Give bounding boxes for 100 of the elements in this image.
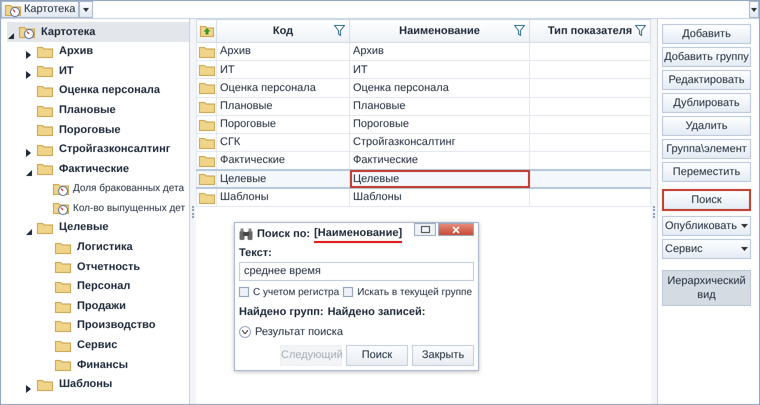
tree-item[interactable]: Логистика xyxy=(7,238,189,258)
filter-icon[interactable] xyxy=(635,25,646,36)
found-records-label: Найдено записей: xyxy=(328,304,426,320)
action-button[interactable]: Дублировать xyxy=(662,93,751,113)
close-icon xyxy=(452,226,460,234)
folder-icon xyxy=(37,44,53,58)
caret-icon xyxy=(741,224,748,228)
field-label: Текст: xyxy=(239,246,273,261)
filter-icon[interactable] xyxy=(514,25,525,36)
tree-item[interactable]: Пороговые xyxy=(7,120,189,140)
folder-icon xyxy=(199,63,215,76)
tree-item[interactable]: Шаблоны xyxy=(7,374,189,394)
folder-icon xyxy=(37,64,53,78)
dropdown-button[interactable]: Опубликовать xyxy=(662,216,751,236)
folder-icon xyxy=(199,118,215,131)
binoculars-icon xyxy=(239,228,253,240)
folder-icon xyxy=(37,142,53,156)
tree-item[interactable]: Оценка персонала xyxy=(7,80,189,100)
tree-item[interactable]: Производство xyxy=(7,316,189,336)
action-button[interactable]: Добавить группу xyxy=(662,47,751,67)
tree-item[interactable]: Кол-во выпущенных дет xyxy=(7,198,189,218)
table-cell: Архив xyxy=(350,42,530,61)
tree-item[interactable]: Сервис xyxy=(7,336,189,356)
restore-icon xyxy=(420,226,430,233)
restore-button[interactable] xyxy=(414,223,436,236)
collapsed-arrow-icon[interactable] xyxy=(25,71,33,80)
dialog-button[interactable]: Закрыть xyxy=(412,344,474,366)
table-cell: Пороговые xyxy=(350,115,530,134)
table-cell: Стройгазконсалтинг xyxy=(350,133,530,152)
folder-icon xyxy=(37,221,53,234)
action-button[interactable]: Группа\элемент xyxy=(662,139,751,159)
action-button[interactable]: Редактировать xyxy=(662,70,751,90)
checkbox[interactable] xyxy=(343,287,354,297)
collapsed-arrow-icon[interactable] xyxy=(25,384,33,393)
table-cell: Целевые xyxy=(216,170,350,188)
column-header[interactable]: Код xyxy=(216,20,350,42)
tree-item[interactable]: Доля бракованных дета xyxy=(7,178,189,198)
table-cell: Плановые xyxy=(350,97,530,116)
gauge-folder-icon xyxy=(19,24,35,39)
column-header[interactable]: Наименование xyxy=(350,20,530,42)
folder-icon xyxy=(199,191,215,204)
dropdown-button[interactable]: Сервис xyxy=(662,239,751,259)
expanded-arrow-icon[interactable] xyxy=(7,32,15,40)
tree-item[interactable]: Стройгазконсалтинг xyxy=(7,140,189,160)
folder-icon xyxy=(55,319,71,332)
column-header[interactable]: Тип показателя xyxy=(530,20,650,42)
table-cell: Плановые xyxy=(216,97,350,116)
table-cell: Пороговые xyxy=(216,115,350,134)
folder-icon xyxy=(55,240,71,254)
table-cell: Шаблоны xyxy=(216,188,350,206)
folder-up-icon[interactable] xyxy=(200,24,214,38)
folder-icon xyxy=(199,154,215,167)
tree-item[interactable]: Целевые xyxy=(7,218,189,238)
table-cell: ИТ xyxy=(216,60,350,79)
tree-item[interactable]: Отчетность xyxy=(7,257,189,277)
expanded-arrow-icon[interactable] xyxy=(25,169,33,178)
folder-icon xyxy=(55,300,71,313)
expanded-arrow-icon[interactable] xyxy=(25,228,33,236)
folder-icon xyxy=(37,84,53,98)
chevron-down-icon xyxy=(242,330,248,334)
action-button[interactable]: Добавить xyxy=(662,24,751,44)
tree-item[interactable]: Финансы xyxy=(7,355,189,375)
tree-item[interactable]: Продажи xyxy=(7,296,189,316)
tree-item[interactable]: Плановые xyxy=(7,100,189,120)
text-input-field[interactable]: среднее время xyxy=(239,262,474,280)
checkbox[interactable] xyxy=(239,287,249,297)
table-cell: ИТ xyxy=(350,60,530,79)
results-label: Результат поиска xyxy=(255,325,343,340)
action-button[interactable]: Переместить xyxy=(662,162,751,182)
tree-item[interactable]: ИТ xyxy=(7,61,189,81)
table-cell: Целевые xyxy=(350,170,530,188)
expand-button[interactable] xyxy=(239,326,251,338)
action-button[interactable]: Удалить xyxy=(662,116,751,136)
table-cell: Архив xyxy=(216,42,350,61)
tree-item[interactable]: Персонал xyxy=(7,276,189,296)
dropdown-button[interactable] xyxy=(79,1,94,18)
search-field-name: [Наименование] xyxy=(314,224,402,244)
collapsed-arrow-icon[interactable] xyxy=(25,149,33,158)
catalog-selector[interactable]: Картотека xyxy=(1,1,80,18)
tree-item[interactable]: Архив xyxy=(7,42,189,62)
tree-item[interactable]: Картотека xyxy=(7,22,189,42)
table-cell: СГК xyxy=(216,133,350,152)
checkbox-label: С учетом регистра xyxy=(253,286,340,300)
folder-icon xyxy=(37,162,53,176)
folder-icon xyxy=(199,136,215,149)
folder-icon xyxy=(199,44,215,58)
action-button[interactable]: Поиск xyxy=(662,189,751,211)
close-button[interactable] xyxy=(438,223,474,236)
folder-icon xyxy=(55,358,71,372)
gauge-folder-icon xyxy=(5,2,21,16)
found-groups-label: Найдено групп: xyxy=(239,304,324,320)
tree-item[interactable]: Фактические xyxy=(7,159,189,179)
folder-icon xyxy=(199,172,215,186)
toggle-button[interactable]: Иерархический вид xyxy=(662,270,751,306)
filter-icon[interactable] xyxy=(334,25,345,36)
dialog-button[interactable]: Поиск xyxy=(346,344,408,366)
dropdown-button[interactable] xyxy=(749,1,759,18)
folder-icon xyxy=(55,260,71,274)
dialog-title: Поиск по: xyxy=(257,226,310,242)
collapsed-arrow-icon[interactable] xyxy=(25,51,33,60)
